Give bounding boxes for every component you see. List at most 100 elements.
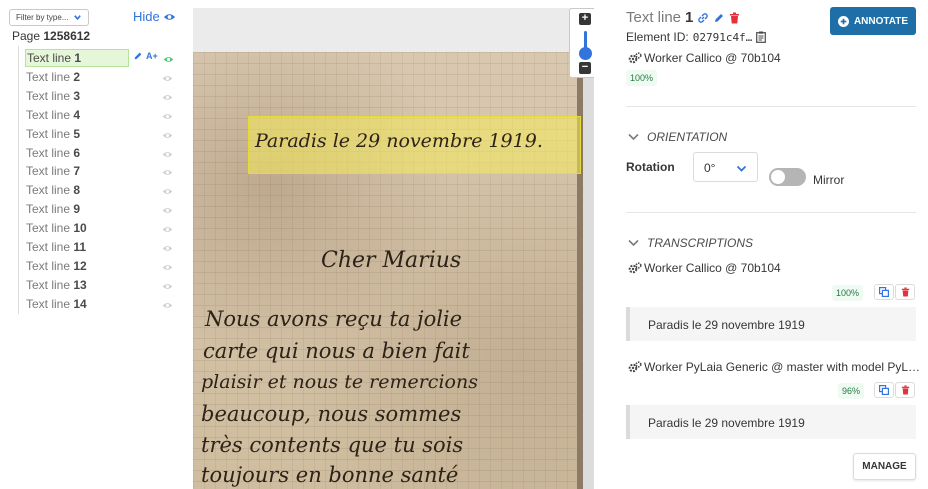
transcription-worker-name: Worker PyLaia Generic @ master with mode… (644, 360, 921, 374)
eye-icon[interactable] (162, 110, 173, 119)
orientation-section-toggle[interactable]: ORIENTATION (628, 130, 727, 144)
tree-item-type: Text line (26, 296, 71, 311)
tree-item-text-line[interactable]: Text line 4 (25, 106, 191, 124)
tree-item-text-line[interactable]: Text line 12 (25, 257, 191, 275)
eye-icon[interactable] (162, 129, 173, 138)
eye-icon[interactable] (162, 185, 173, 195)
tree-item-text-line[interactable]: Text line 1 A+ (25, 49, 191, 67)
annotate-button[interactable]: ANNOTATE (830, 7, 916, 35)
tree-item-text-line[interactable]: Text line 10 (25, 219, 191, 237)
tree-item-label[interactable]: Text line 10 (25, 219, 129, 237)
mirror-toggle[interactable] (769, 168, 806, 186)
tree-item-type: Text line (26, 277, 71, 292)
transcription-text: Paradis le 29 novembre 1919 (626, 405, 916, 439)
tree-item-label[interactable]: Text line 6 (25, 144, 129, 162)
tree-item-text-line[interactable]: Text line 11 (25, 238, 191, 256)
tree-item-text-line[interactable]: Text line 6 (25, 144, 191, 162)
confidence-badge: 96% (838, 383, 865, 399)
element-title: Text line 1 (626, 9, 740, 26)
copy-transcription-button[interactable] (874, 382, 894, 398)
edit-pencil-icon[interactable] (133, 51, 143, 61)
eye-icon[interactable] (162, 72, 173, 81)
page-title: Page 1258612 (12, 29, 90, 43)
tree-item-label[interactable]: Text line 1 (25, 49, 129, 67)
handwriting-line: toujours en bonne santé (201, 463, 459, 487)
handwriting-line: Cher Marius (321, 248, 462, 273)
tree-item-number: 12 (73, 258, 87, 273)
eye-icon[interactable] (162, 261, 173, 270)
tree-item-number: 8 (73, 183, 81, 198)
zoom-control: + − (569, 8, 594, 78)
edit-pencil-icon[interactable] (713, 12, 725, 24)
tree-item-label[interactable]: Text line 3 (25, 87, 129, 105)
tree-item-label[interactable]: Text line 9 (25, 200, 129, 218)
tree-item-text-line[interactable]: Text line 8 (25, 181, 191, 199)
tree-item-label[interactable]: Text line 11 (25, 238, 129, 256)
zoom-in-button[interactable]: + (579, 13, 591, 25)
tree-item-text-line[interactable]: Text line 7 (25, 162, 191, 180)
element-tree-panel: Filter by type... Hide Page 1258612 Text… (0, 0, 190, 489)
worker-info: Worker Callico @ 70b104 (628, 51, 781, 65)
tree-item-number: 1 (74, 51, 82, 65)
link-icon[interactable] (697, 12, 709, 24)
hide-all-link[interactable]: Hide (133, 9, 176, 24)
eye-icon[interactable] (162, 223, 173, 232)
eye-icon[interactable] (162, 91, 173, 100)
tree-item-label[interactable]: Text line 7 (25, 162, 129, 180)
divider (626, 212, 916, 213)
confidence-badge: 100% (832, 285, 864, 301)
tree-item-type: Text line (26, 258, 71, 273)
tree-item-text-line[interactable]: Text line 2 (25, 68, 191, 86)
handwriting-line: plaisir et nous te remercions (201, 371, 478, 393)
tree-item-label[interactable]: Text line 4 (25, 106, 129, 124)
filter-by-type-select[interactable]: Filter by type... (9, 9, 89, 26)
tree-item-label[interactable]: Text line 13 (25, 276, 129, 294)
tree-item-label[interactable]: Text line 8 (25, 181, 129, 199)
eye-icon[interactable] (162, 148, 173, 157)
element-tree: Text line 1 A+ Text line 2 Text line 3 Text … (18, 46, 190, 314)
tree-item-text-line[interactable]: Text line 13 (25, 276, 191, 294)
tree-item-label[interactable]: Text line 5 (25, 125, 129, 143)
rotation-select[interactable]: 0° (693, 152, 758, 182)
copy-transcription-button[interactable] (874, 284, 894, 300)
tree-item-text-line[interactable]: Text line 14 (25, 295, 191, 313)
tree-item-label[interactable]: Text line 2 (25, 68, 129, 86)
eye-icon[interactable] (162, 242, 173, 251)
document-image: Paradis le 29 novembre 1919. Cher Marius… (193, 52, 583, 489)
eye-icon[interactable] (163, 53, 174, 62)
tree-item-label[interactable]: Text line 12 (25, 257, 129, 275)
zoom-slider-handle[interactable] (579, 47, 592, 60)
tree-item-type: Text line (26, 240, 71, 254)
copy-icon (879, 385, 889, 395)
tree-item-number: 5 (73, 126, 81, 141)
tree-item-text-line[interactable]: Text line 3 (25, 87, 191, 105)
eye-icon[interactable] (162, 299, 173, 308)
zoom-out-button[interactable]: − (579, 62, 591, 74)
tree-item-type: Text line (26, 145, 71, 160)
clipboard-icon[interactable] (756, 31, 767, 43)
tree-item-label[interactable]: Text line 14 (25, 295, 129, 313)
tree-item-text-line[interactable]: Text line 5 (25, 125, 191, 143)
eye-icon[interactable] (162, 280, 173, 289)
image-viewer[interactable]: Paradis le 29 novembre 1919. Cher Marius… (193, 8, 594, 489)
plus-circle-icon (837, 15, 849, 27)
add-transcription-icon[interactable]: A+ (146, 51, 158, 61)
eye-icon[interactable] (162, 166, 173, 176)
delete-trash-icon[interactable] (729, 12, 740, 24)
tree-item-text-line[interactable]: Text line 9 (25, 200, 191, 218)
mirror-label: Mirror (813, 173, 845, 187)
transcriptions-section-toggle[interactable]: TRANSCRIPTIONS (628, 236, 753, 250)
delete-transcription-button[interactable] (895, 284, 915, 300)
cogs-icon (628, 262, 642, 274)
manage-button[interactable]: MANAGE (853, 453, 916, 480)
eye-icon[interactable] (162, 204, 173, 214)
tree-item-number: 14 (73, 296, 87, 311)
delete-transcription-button[interactable] (895, 382, 915, 398)
confidence-badge: 100% (626, 70, 658, 86)
hide-label: Hide (133, 9, 160, 24)
chevron-down-icon (628, 133, 639, 141)
tree-item-number: 10 (73, 221, 87, 236)
trash-icon (901, 287, 909, 297)
viewer-scrollbar[interactable] (583, 8, 594, 489)
chevron-down-icon (628, 239, 639, 247)
